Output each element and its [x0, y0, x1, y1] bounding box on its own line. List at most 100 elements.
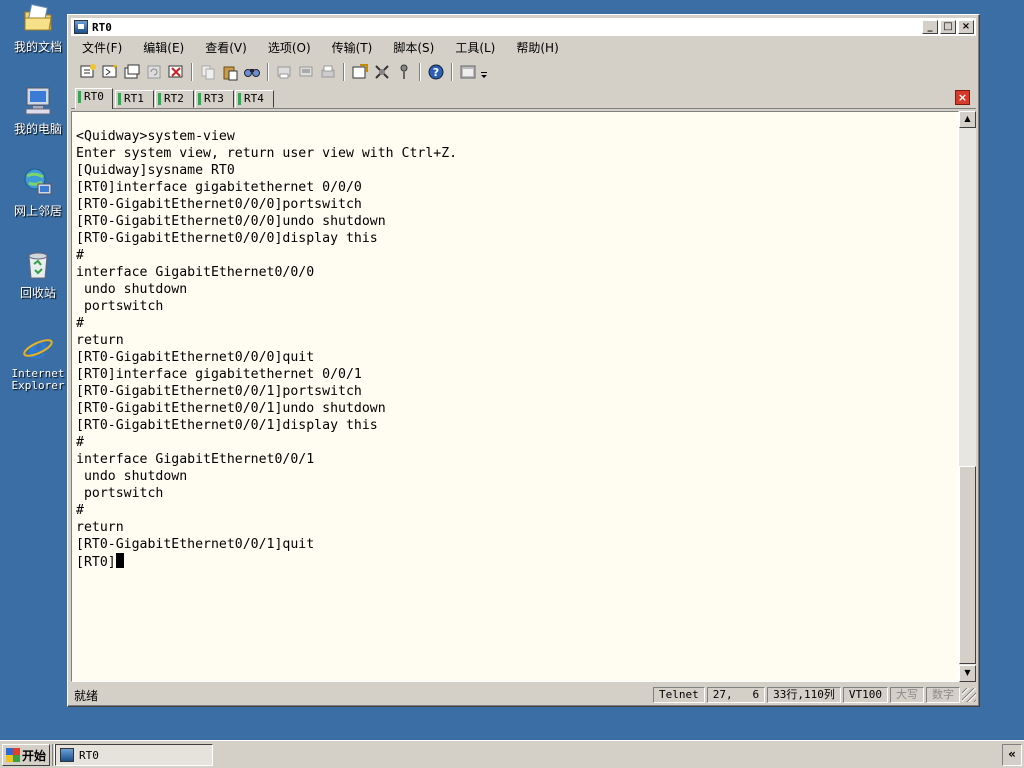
- toolbar-separator: [343, 63, 345, 81]
- tray-expand-button[interactable]: «: [1002, 744, 1022, 766]
- desktop-icon-my-documents[interactable]: 我的文档: [6, 2, 70, 54]
- terminal-line: #: [76, 316, 84, 331]
- status-ready: 就绪: [74, 688, 99, 703]
- terminal-lines: <Quidway>system-view Enter system view, r…: [72, 112, 958, 571]
- tab-rt2[interactable]: RT2: [155, 90, 194, 108]
- session-tab-icon[interactable]: [121, 62, 143, 82]
- copy-icon[interactable]: [197, 62, 219, 82]
- terminal-line: portswitch: [76, 486, 164, 501]
- tab-close-button[interactable]: ×: [955, 90, 970, 105]
- computer-icon: [21, 84, 55, 118]
- desktop-icon-label: 网上邻居: [13, 204, 62, 218]
- terminal-line: [RT0-GigabitEthernet0/0/1]quit: [76, 537, 315, 552]
- start-button[interactable]: 开始: [2, 744, 50, 766]
- reconnect-icon[interactable]: [143, 62, 165, 82]
- terminal-line: undo shutdown: [76, 469, 188, 484]
- desktop-icon-network[interactable]: 网上邻居: [6, 166, 70, 218]
- terminal-prompt-line: [RT0]: [76, 553, 958, 571]
- status-cursor-position: 27, 6: [706, 687, 766, 703]
- print-selection-icon[interactable]: [295, 62, 317, 82]
- recycle-bin-icon: [21, 248, 55, 282]
- terminal-line: #: [76, 248, 84, 263]
- folder-documents-icon: [21, 2, 55, 36]
- windows-flag-icon: [6, 748, 20, 762]
- terminal-line: [RT0-GigabitEthernet0/0/0]display this: [76, 231, 378, 246]
- scroll-up-icon[interactable]: ▲: [959, 111, 976, 128]
- toolbar-overflow-icon[interactable]: [479, 62, 489, 82]
- toolbar-window-icon[interactable]: [457, 62, 479, 82]
- terminal-output[interactable]: <Quidway>system-view Enter system view, r…: [71, 111, 959, 682]
- terminal-line: return: [76, 520, 124, 535]
- terminal-line: portswitch: [76, 299, 164, 314]
- app-icon: [74, 20, 88, 34]
- close-button[interactable]: ×: [958, 20, 974, 34]
- terminal-line: [RT0-GigabitEthernet0/0/0]undo shutdown: [76, 214, 386, 229]
- maximize-button[interactable]: □: [940, 20, 956, 34]
- terminal-line: Enter system view, return user view with…: [76, 146, 458, 161]
- print-screen-icon[interactable]: [273, 62, 295, 82]
- menu-tools[interactable]: 工具(L): [444, 39, 505, 56]
- paste-icon[interactable]: [219, 62, 241, 82]
- menu-help[interactable]: 帮助(H): [505, 39, 568, 56]
- print-icon[interactable]: [317, 62, 339, 82]
- desktop-icon-label: Internet Explorer: [11, 367, 65, 392]
- terminal-line: [RT0]interface gigabitethernet 0/0/1: [76, 367, 362, 382]
- terminal-line: return: [76, 333, 124, 348]
- menu-transfer[interactable]: 传输(T): [321, 39, 383, 56]
- desktop-icon-my-computer[interactable]: 我的电脑: [6, 84, 70, 136]
- menu-edit[interactable]: 编辑(E): [132, 39, 194, 56]
- window-title: RT0: [92, 20, 112, 34]
- status-terminal-type: VT100: [842, 687, 888, 703]
- desktop-icon-recycle-bin[interactable]: 回收站: [6, 248, 70, 300]
- global-options-icon[interactable]: [371, 62, 393, 82]
- tab-rt4[interactable]: RT4: [235, 90, 274, 108]
- status-protocol: Telnet: [653, 687, 705, 703]
- terminal-line: #: [76, 503, 84, 518]
- terminal-line: undo shutdown: [76, 282, 188, 297]
- terminal-line: [RT0-GigabitEthernet0/0/1]display this: [76, 418, 378, 433]
- help-icon[interactable]: ?: [425, 62, 447, 82]
- connect-icon[interactable]: [77, 62, 99, 82]
- status-caps-lock: 大写: [890, 687, 924, 703]
- tab-label: RT0: [84, 90, 104, 103]
- quick-connect-icon[interactable]: [99, 62, 121, 82]
- terminal-window: RT0 _ □ × 文件(F) 编辑(E) 查看(V) 选项(O) 传输(T) …: [67, 14, 980, 707]
- title-bar[interactable]: RT0 _ □ ×: [71, 18, 976, 36]
- menu-options[interactable]: 选项(O): [257, 39, 321, 56]
- tab-label: RT3: [204, 92, 224, 105]
- resize-grip-icon[interactable]: [962, 688, 976, 702]
- disconnect-icon[interactable]: [165, 62, 187, 82]
- find-icon[interactable]: [241, 62, 263, 82]
- minimize-button[interactable]: _: [922, 20, 938, 34]
- session-options-icon[interactable]: [349, 62, 371, 82]
- taskbar-item-rt0[interactable]: RT0: [55, 744, 213, 766]
- tab-rt3[interactable]: RT3: [195, 90, 234, 108]
- tab-label: RT1: [124, 92, 144, 105]
- start-label: 开始: [22, 748, 47, 763]
- toolbar-separator: [191, 63, 193, 81]
- keymap-icon[interactable]: [393, 62, 415, 82]
- menu-view[interactable]: 查看(V): [194, 39, 257, 56]
- scroll-thumb[interactable]: [959, 466, 976, 664]
- taskbar-item-label: RT0: [79, 748, 99, 762]
- terminal-line: [RT0-GigabitEthernet0/0/1]undo shutdown: [76, 401, 386, 416]
- terminal-line: interface GigabitEthernet0/0/0: [76, 265, 315, 280]
- svg-text:?: ?: [433, 66, 439, 79]
- toolbar-separator: [419, 63, 421, 81]
- toolbar-separator: [267, 63, 269, 81]
- menu-file[interactable]: 文件(F): [71, 39, 132, 56]
- scroll-down-icon[interactable]: ▼: [959, 665, 976, 682]
- desktop-icon-internet-explorer[interactable]: e Internet Explorer: [6, 330, 70, 392]
- tab-rt1[interactable]: RT1: [115, 90, 154, 108]
- svg-text:e: e: [28, 331, 47, 364]
- tab-label: RT4: [244, 92, 264, 105]
- vertical-scrollbar[interactable]: ▲ ▼: [959, 111, 976, 682]
- terminal-line: interface GigabitEthernet0/0/1: [76, 452, 315, 467]
- menu-script[interactable]: 脚本(S): [382, 39, 444, 56]
- terminal-line: [RT0-GigabitEthernet0/0/1]portswitch: [76, 384, 362, 399]
- status-num-lock: 数字: [926, 687, 960, 703]
- tab-rt0[interactable]: RT0: [75, 88, 113, 109]
- terminal-line: [Quidway]sysname RT0: [76, 163, 235, 178]
- toolbar-separator: [451, 63, 453, 81]
- menu-bar: 文件(F) 编辑(E) 查看(V) 选项(O) 传输(T) 脚本(S) 工具(L…: [71, 37, 976, 57]
